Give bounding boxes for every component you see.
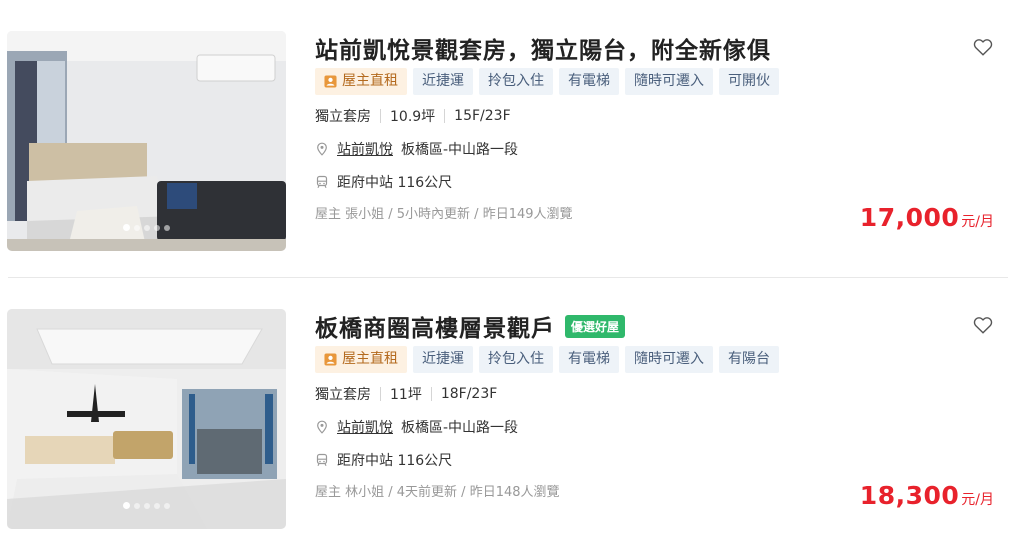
- listing-meta: 獨立套房 11坪 18F/23F: [315, 384, 497, 404]
- listing-transit: 距府中站 116公尺: [315, 172, 452, 192]
- listing-address: 站前凱悅 板橋區-中山路一段: [315, 417, 518, 437]
- premium-pick-badge: 優選好屋: [565, 314, 626, 338]
- heart-outline-icon[interactable]: [972, 36, 994, 58]
- feature-tags: 屋主直租 近捷運 拎包入住 有電梯 隨時可遷入 可開伙: [315, 68, 779, 95]
- listing-title[interactable]: 板橋商圈高樓層景觀戶: [315, 309, 555, 343]
- room-floor: 18F/23F: [440, 386, 498, 402]
- room-floor: 15F/23F: [454, 108, 511, 124]
- room-type: 獨立套房: [315, 387, 371, 403]
- carousel-dot[interactable]: [154, 224, 160, 231]
- carousel-dot[interactable]: [144, 224, 150, 231]
- community-link[interactable]: 站前凱悅: [337, 417, 393, 437]
- photo-carousel-dots[interactable]: [123, 224, 170, 231]
- location-pin-icon: [317, 142, 327, 156]
- carousel-dot[interactable]: [144, 502, 150, 509]
- heart-outline-icon[interactable]: [972, 314, 994, 336]
- room-size: 10.9坪: [390, 109, 436, 125]
- price-value: 18,300: [859, 481, 960, 510]
- community-link[interactable]: 站前凱悅: [337, 139, 393, 159]
- listing-photo[interactable]: [7, 309, 286, 529]
- address-text: 板橋區-中山路一段: [401, 142, 519, 158]
- tag-move-in-ready[interactable]: 拎包入住: [479, 68, 553, 95]
- listing-address: 站前凱悅 板橋區-中山路一段: [315, 139, 518, 159]
- carousel-dot[interactable]: [123, 224, 130, 231]
- tag-elevator[interactable]: 有電梯: [559, 68, 619, 95]
- person-badge-icon: [324, 353, 337, 366]
- train-icon: [316, 453, 328, 467]
- room-type: 獨立套房: [315, 109, 371, 125]
- tag-label: 屋主直租: [342, 73, 398, 89]
- listing-price: 17,000 元/月: [860, 203, 994, 232]
- carousel-dot[interactable]: [164, 502, 170, 509]
- listing-card[interactable]: 站前凱悅景觀套房，獨立陽台，附全新傢俱 屋主直租 近捷運 拎包入住 有電梯 隨時…: [0, 0, 1024, 260]
- tag-near-mrt[interactable]: 近捷運: [413, 346, 473, 373]
- carousel-dot[interactable]: [123, 502, 130, 509]
- divider: [444, 109, 446, 123]
- price-unit: 元/月: [961, 214, 994, 230]
- tag-elevator[interactable]: 有電梯: [559, 346, 619, 373]
- price-unit: 元/月: [961, 492, 994, 508]
- agent-info: 屋主 張小姐 / 5小時內更新 / 昨日149人瀏覽: [315, 203, 573, 222]
- photo-carousel-dots[interactable]: [123, 502, 170, 509]
- tag-cooking-allowed[interactable]: 可開伙: [719, 68, 779, 95]
- tag-balcony[interactable]: 有陽台: [719, 346, 779, 373]
- listing-meta: 獨立套房 10.9坪 15F/23F: [315, 106, 511, 126]
- transit-distance: 距府中站 116公尺: [337, 453, 453, 469]
- person-badge-icon: [324, 75, 337, 88]
- tag-owner-direct[interactable]: 屋主直租: [315, 68, 407, 95]
- address-text: 板橋區-中山路一段: [401, 420, 519, 436]
- agent-info: 屋主 林小姐 / 4天前更新 / 昨日148人瀏覽: [315, 481, 560, 500]
- divider: [430, 387, 432, 401]
- tag-move-in-ready[interactable]: 拎包入住: [479, 346, 553, 373]
- listing-title[interactable]: 站前凱悅景觀套房，獨立陽台，附全新傢俱: [315, 31, 771, 65]
- agent-info-text: 屋主 張小姐 / 5小時內更新 / 昨日149人瀏覽: [315, 207, 573, 222]
- listing-card[interactable]: 板橋商圈高樓層景觀戶 優選好屋 屋主直租 近捷運 拎包入住 有電梯 隨時可遷入 …: [0, 278, 1024, 538]
- divider: [380, 109, 381, 123]
- carousel-dot[interactable]: [134, 502, 140, 509]
- listing-photo[interactable]: [7, 31, 286, 251]
- price-value: 17,000: [859, 203, 960, 232]
- tag-move-in-anytime[interactable]: 隨時可遷入: [625, 346, 713, 373]
- carousel-dot[interactable]: [154, 502, 160, 509]
- tag-owner-direct[interactable]: 屋主直租: [315, 346, 407, 373]
- tag-label: 屋主直租: [342, 351, 398, 367]
- location-pin-icon: [317, 420, 327, 434]
- room-size: 11坪: [390, 387, 422, 403]
- divider: [380, 387, 381, 401]
- train-icon: [316, 175, 328, 189]
- room-photo-image: [7, 309, 286, 529]
- agent-info-text: 屋主 林小姐 / 4天前更新 / 昨日148人瀏覽: [315, 485, 560, 500]
- carousel-dot[interactable]: [134, 224, 140, 231]
- tag-near-mrt[interactable]: 近捷運: [413, 68, 473, 95]
- tag-move-in-anytime[interactable]: 隨時可遷入: [625, 68, 713, 95]
- listing-price: 18,300 元/月: [860, 481, 994, 510]
- listing-transit: 距府中站 116公尺: [315, 450, 452, 470]
- room-photo-image: [7, 31, 286, 251]
- transit-distance: 距府中站 116公尺: [337, 175, 453, 191]
- carousel-dot[interactable]: [164, 224, 170, 231]
- feature-tags: 屋主直租 近捷運 拎包入住 有電梯 隨時可遷入 有陽台: [315, 346, 779, 373]
